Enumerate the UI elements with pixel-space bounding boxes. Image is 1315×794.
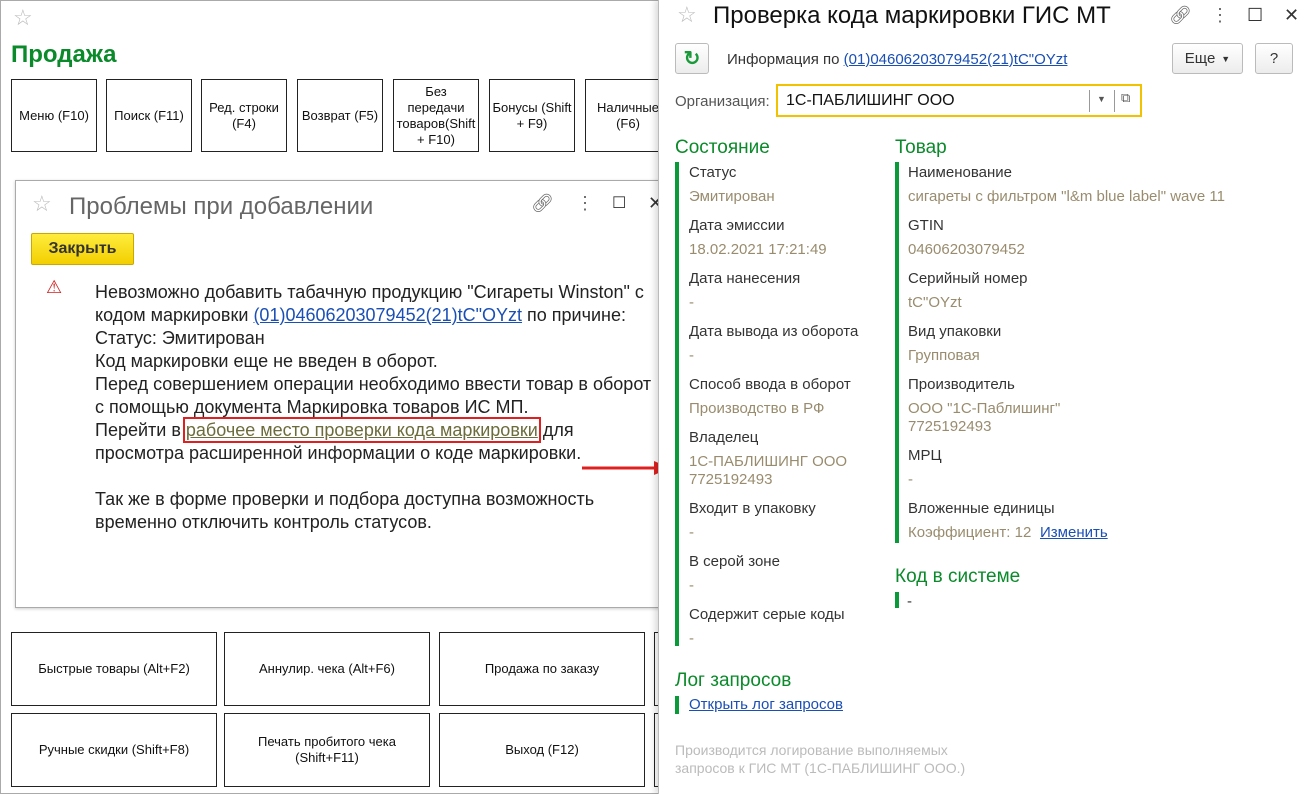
field-label: Производитель xyxy=(908,376,1015,393)
field-value: - xyxy=(689,577,694,594)
page-title: Продажа xyxy=(11,41,117,68)
marking-code-link[interactable]: (01)04606203079452(21)tC"OYzt xyxy=(253,305,522,325)
field-label: Серийный номер xyxy=(908,270,1028,287)
more-icon[interactable]: ⋮ xyxy=(576,193,594,214)
field-value: - xyxy=(689,347,694,364)
toolbar-button[interactable]: Ред. строки (F4) xyxy=(201,79,287,152)
field-value: Групповая xyxy=(908,347,980,364)
field-label: Вложенные единицы xyxy=(908,500,1055,517)
action-button[interactable]: Ручные скидки (Shift+F8) xyxy=(11,713,217,787)
field-label: Наименование xyxy=(908,164,1012,181)
field-label: GTIN xyxy=(908,217,944,234)
more-icon[interactable]: ⋮ xyxy=(1211,5,1229,26)
code-section-title: Код в системе xyxy=(895,566,1021,587)
favorite-star-icon[interactable]: ☆ xyxy=(13,5,33,31)
field-label: МРЦ xyxy=(908,447,942,464)
field-value: - xyxy=(689,524,694,541)
field-label: Способ ввода в оборот xyxy=(689,376,851,393)
close-icon[interactable]: ✕ xyxy=(1284,5,1299,26)
org-field[interactable]: 1С-ПАБЛИШИНГ ООО ▼ ⧉ xyxy=(776,84,1142,117)
toolbar-button[interactable]: Бонусы (Shift + F9) xyxy=(489,79,575,152)
more-button[interactable]: Еще ▼ xyxy=(1172,43,1243,74)
field-label: Входит в упаковку xyxy=(689,500,816,517)
field-value: tC"OYzt xyxy=(908,294,962,311)
favorite-star-icon[interactable]: ☆ xyxy=(677,2,697,28)
info-label: Информация по xyxy=(727,51,844,68)
close-button[interactable]: Закрыть xyxy=(31,233,134,265)
toolbar-button[interactable]: Меню (F10) xyxy=(11,79,97,152)
toolbar-button[interactable]: Поиск (F11) xyxy=(106,79,192,152)
field-value: Коэффициент: 12 xyxy=(908,524,1036,541)
maximize-icon[interactable]: ☐ xyxy=(612,193,626,213)
problems-dialog: ☆ Проблемы при добавлении 🔗︎ ⋮ ☐ ✕ Закры… xyxy=(15,180,675,608)
marking-check-panel: ☆ Проверка кода маркировки ГИС МТ 🔗︎ ⋮ ☐… xyxy=(658,0,1315,794)
refresh-button[interactable]: ↻ xyxy=(675,43,709,74)
logging-note: Производится логирование выполняемых зап… xyxy=(675,742,966,776)
marking-code-link[interactable]: (01)04606203079452(21)tC"OYzt xyxy=(844,51,1068,68)
field-value: - xyxy=(908,471,913,488)
field-label: Вид упаковки xyxy=(908,323,1002,340)
field-value: - xyxy=(689,630,694,647)
log-section-title: Лог запросов xyxy=(675,670,792,691)
field-value: - xyxy=(689,294,694,311)
action-button[interactable]: Продажа по заказу xyxy=(439,632,645,706)
field-label: Дата вывода из оборота xyxy=(689,323,859,340)
dialog-title: Проблемы при добавлении xyxy=(69,193,374,220)
open-icon[interactable]: ⧉ xyxy=(1121,90,1130,106)
warning-icon: ⚠ xyxy=(46,277,63,297)
code-value: - xyxy=(907,593,912,610)
field-label: В серой зоне xyxy=(689,553,780,570)
workplace-link[interactable]: рабочее место проверки кода маркировки xyxy=(182,417,541,443)
field-value: Производство в РФ xyxy=(689,400,825,417)
link-icon[interactable]: 🔗︎ xyxy=(1169,5,1192,26)
field-label: Дата нанесения xyxy=(689,270,801,287)
open-log-link[interactable]: Открыть лог запросов xyxy=(689,696,843,713)
toolbar-button[interactable]: Возврат (F5) xyxy=(297,79,383,152)
field-label: Дата эмиссии xyxy=(689,217,785,234)
action-button[interactable]: Быстрые товары (Alt+F2) xyxy=(11,632,217,706)
chevron-down-icon: ▼ xyxy=(1221,53,1231,64)
maximize-icon[interactable]: ☐ xyxy=(1247,5,1263,26)
org-label: Организация: xyxy=(675,93,770,110)
help-button[interactable]: ? xyxy=(1255,43,1293,74)
toolbar-button[interactable]: Без передачи товаров(Shift + F10) xyxy=(393,79,479,152)
field-value: сигареты с фильтром "l&m blue label" wav… xyxy=(908,188,1225,205)
dropdown-icon[interactable]: ▼ xyxy=(1097,94,1106,104)
link-icon[interactable]: 🔗︎ xyxy=(531,193,554,214)
change-link[interactable]: Изменить xyxy=(1040,524,1108,541)
state-section-title: Состояние xyxy=(675,137,770,158)
field-value: Эмитирован xyxy=(689,188,775,205)
action-button[interactable]: Печать пробитого чека (Shift+F11) xyxy=(224,713,430,787)
field-value: 04606203079452 xyxy=(908,241,1025,258)
panel-title: Проверка кода маркировки ГИС МТ xyxy=(713,2,1111,29)
refresh-icon: ↻ xyxy=(683,48,701,70)
goods-section-title: Товар xyxy=(895,137,947,158)
field-value: ООО "1С-Паблишинг" 7725192493 xyxy=(908,400,1061,435)
field-label: Владелец xyxy=(689,429,759,446)
action-button[interactable]: Аннулир. чека (Alt+F6) xyxy=(224,632,430,706)
field-label: Содержит серые коды xyxy=(689,606,845,623)
field-label: Статус xyxy=(689,164,737,181)
action-button[interactable]: Выход (F12) xyxy=(439,713,645,787)
favorite-star-icon[interactable]: ☆ xyxy=(32,191,52,217)
error-message: Невозможно добавить табачную продукцию "… xyxy=(95,282,652,532)
field-value: 18.02.2021 17:21:49 xyxy=(689,241,827,258)
field-value: 1С-ПАБЛИШИНГ ООО 7725192493 xyxy=(689,453,848,488)
